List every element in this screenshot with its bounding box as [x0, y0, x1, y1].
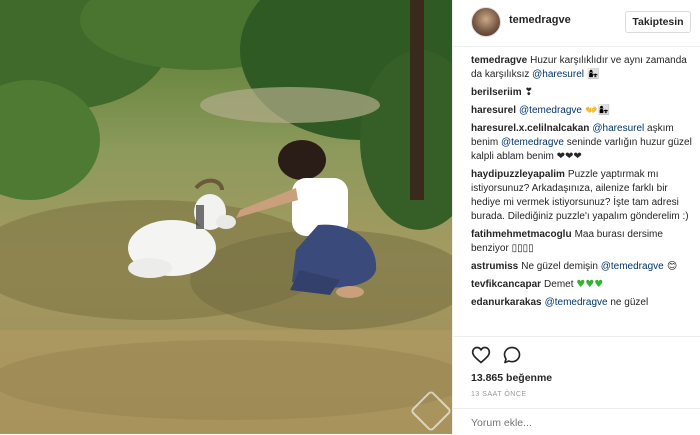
comment-icon[interactable]: [502, 345, 522, 365]
mention-link[interactable]: @temedragve: [519, 105, 582, 116]
emoji: ❣: [524, 87, 533, 98]
comment-text: ne güzel: [607, 297, 649, 308]
mention-link[interactable]: @temedragve: [601, 261, 664, 272]
mention-link[interactable]: @haresurel: [532, 69, 584, 80]
add-comment-bar: [453, 408, 700, 435]
comment-item: temedragve Huzur karşılıklıdır ve aynı za…: [471, 54, 693, 82]
likes-count[interactable]: 13.865 beğenme: [471, 372, 552, 384]
mention-link[interactable]: @temedragve: [501, 137, 564, 148]
comment-item: haydipuzzleyapalim Puzzle yaptırmak mı is…: [471, 168, 693, 224]
comment-username[interactable]: tevfikcancapar: [471, 279, 541, 290]
comment-item: haresurel.x.celilnalcakan @haresurel aşkı…: [471, 122, 693, 164]
comment-text: Demet: [544, 279, 577, 290]
comment-username[interactable]: temedragve: [471, 55, 527, 66]
comment-item: astrumiss Ne güzel demişin @temedragve 😊: [471, 260, 693, 274]
comment-username[interactable]: haydipuzzleyapalim: [471, 169, 565, 180]
comment-item: tevfikcancapar Demet ♥♥♥: [471, 278, 693, 292]
comment-item: berilseriim ❣: [471, 86, 693, 100]
heart-icon[interactable]: [471, 345, 491, 365]
emoji: 👐👩‍👧: [582, 105, 611, 116]
post-sidebar: temedragve Takiptesin temedragve Huzur ka…: [452, 0, 700, 434]
emoji: ❤❤❤: [556, 151, 582, 162]
comment-item: edanurkarakas @temedragve ne güzel: [471, 296, 693, 310]
comment-username[interactable]: haresurel.x.celilnalcakan: [471, 123, 589, 134]
comment-list: temedragve Huzur karşılıklıdır ve aynı za…: [471, 54, 693, 338]
emoji: 😊: [663, 261, 678, 272]
avatar[interactable]: [471, 7, 501, 37]
add-comment-input[interactable]: [471, 415, 681, 431]
comment-username[interactable]: haresurel: [471, 105, 516, 116]
follow-button[interactable]: Takiptesin: [625, 11, 691, 33]
post-timestamp: 13 SAAT ÖNCE: [471, 391, 527, 398]
green-heart-emoji: ♥♥♥: [576, 279, 604, 290]
comment-item: haresurel @temedragve 👐👩‍👧: [471, 104, 693, 118]
comment-username[interactable]: astrumiss: [471, 261, 518, 272]
emoji: 👩‍👧: [583, 69, 600, 80]
post-header: temedragve Takiptesin: [453, 0, 700, 47]
comment-username[interactable]: fatihmehmetmacoglu: [471, 229, 572, 240]
comment-username[interactable]: edanurkarakas: [471, 297, 542, 308]
comment-username[interactable]: berilseriim: [471, 87, 522, 98]
post-owner-username[interactable]: temedragve: [509, 14, 571, 26]
mention-link[interactable]: @temedragve: [545, 297, 608, 308]
mention-link[interactable]: @haresurel: [592, 123, 644, 134]
post-photo: [0, 0, 452, 434]
divider: [453, 336, 700, 337]
comment-text: Ne güzel demişin: [521, 261, 601, 272]
comment-item: fatihmehmetmacoglu Maa burası dersime ben…: [471, 228, 693, 256]
emoji: ▯▯▯▯: [511, 243, 534, 254]
